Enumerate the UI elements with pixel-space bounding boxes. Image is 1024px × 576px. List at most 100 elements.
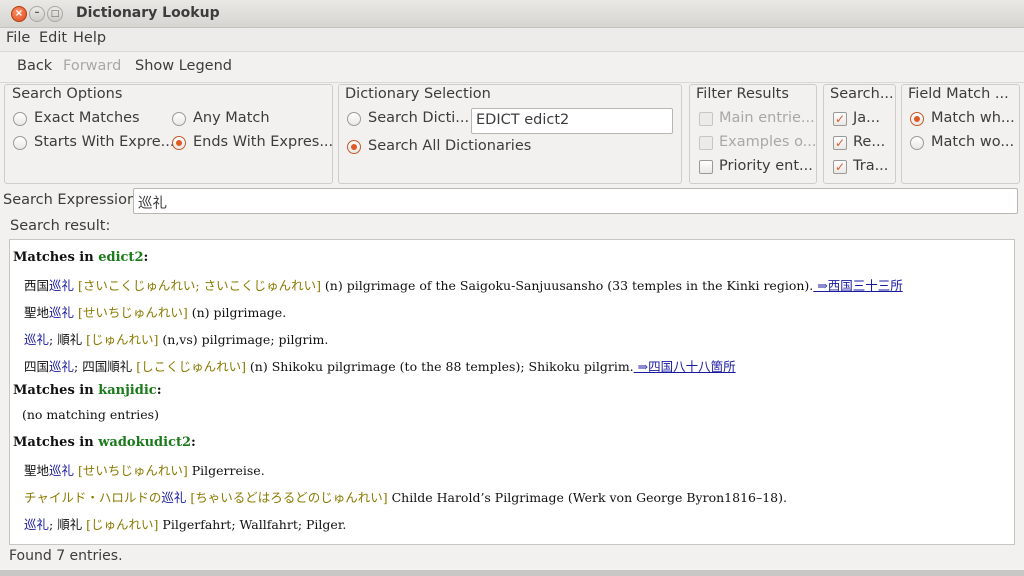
back-button[interactable]: Back [17, 58, 52, 74]
title-bar: × – □ Dictionary Lookup [0, 0, 1024, 28]
japanese-field-label[interactable]: Ja... [853, 110, 880, 126]
dictionary-select[interactable]: EDICT edict2 [471, 108, 673, 134]
result-entry: 四国巡礼; 四国順礼 [しこくじゅんれい] (n) Shikoku pilgri… [24, 356, 736, 375]
entry-prefix: 西国 [24, 278, 50, 293]
search-fields-title: Search... [830, 86, 894, 102]
result-entry: 巡礼; 順礼 [じゅんれい] Pilgerfahrt; Wallfahrt; P… [24, 514, 346, 533]
show-legend-button[interactable]: Show Legend [135, 58, 232, 74]
entry-reading: [しこくじゅんれい] [132, 359, 246, 374]
close-icon[interactable]: × [11, 6, 27, 22]
menu-file[interactable]: File [6, 30, 30, 46]
entry-prefix: 聖地 [24, 305, 50, 320]
entry-kanji: 巡礼 [24, 332, 50, 347]
entry-reading: [じゅんれい] [82, 517, 159, 532]
translation-field-checkbox[interactable]: ✓ [833, 160, 847, 174]
search-fields-group: Search... ✓ Ja... ✓ Re... ✓ Tra... [823, 84, 896, 184]
match-whole-label[interactable]: Match wh... [931, 110, 1015, 126]
entry-variant: ; 順礼 [49, 517, 83, 532]
search-options-group: Search Options Exact Matches Any Match S… [4, 84, 333, 184]
toolbar: Back Forward Show Legend [0, 53, 1024, 83]
heading-colon: : [143, 250, 149, 265]
window-bottom-edge [0, 570, 1024, 576]
match-word-radio[interactable] [910, 136, 924, 150]
kanjidic-dict-name: kanjidic [98, 383, 157, 398]
entry-reading: [せいちじゅんれい] [74, 463, 188, 478]
reading-field-label[interactable]: Re... [853, 134, 885, 150]
entry-kanji: 巡礼 [24, 517, 50, 532]
filter-results-title: Filter Results [696, 86, 789, 102]
entry-reading: [ちゃいるどはろるどのじゅんれい] [186, 490, 388, 505]
wadoku-dict-name: wadokudict2 [98, 435, 192, 450]
main-entries-label[interactable]: Main entrie... [719, 110, 815, 126]
search-result-panel: Matches in edict2: 西国巡礼 [さいこくじゅんれい; さいこく… [9, 239, 1015, 545]
dictionary-selection-title: Dictionary Selection [345, 86, 491, 102]
menu-bar: File Edit Help [0, 28, 1024, 52]
status-text: Found 7 entries. [9, 548, 123, 564]
minimize-icon[interactable]: – [29, 6, 45, 22]
menu-help[interactable]: Help [73, 30, 106, 46]
examples-checkbox[interactable] [699, 136, 713, 150]
cross-reference-link[interactable]: ⇒西国三十三所 [813, 278, 902, 293]
edict-heading: Matches in edict2: [13, 250, 148, 265]
edict-dict-name: edict2 [98, 250, 144, 265]
entry-gloss: (n,vs) pilgrimage; pilgrim. [158, 332, 329, 347]
result-entry: 聖地巡礼 [せいちじゅんれい] (n) pilgrimage. [24, 302, 286, 321]
field-match-group: Field Match ... Match wh... Match wo... [901, 84, 1020, 184]
translation-field-label[interactable]: Tra... [853, 158, 888, 174]
entry-gloss: (n) pilgrimage of the Saigoku-Sanjuusans… [320, 278, 814, 293]
exact-matches-label[interactable]: Exact Matches [34, 110, 140, 126]
result-entry: 巡礼; 順礼 [じゅんれい] (n,vs) pilgrimage; pilgri… [24, 329, 328, 348]
entry-kanji: 巡礼 [49, 359, 75, 374]
ends-with-label[interactable]: Ends With Expres... [193, 134, 333, 150]
entry-gloss: (n) Shikoku pilgrimage (to the 88 temple… [245, 359, 634, 374]
cross-reference-link[interactable]: ⇒四国八十八箇所 [634, 359, 736, 374]
window-title: Dictionary Lookup [76, 5, 220, 21]
japanese-field-checkbox[interactable]: ✓ [833, 112, 847, 126]
maximize-icon[interactable]: □ [47, 6, 63, 22]
entry-variant: ; 順礼 [49, 332, 83, 347]
heading-colon: : [156, 383, 162, 398]
search-single-dict-label[interactable]: Search Dicti... [368, 110, 469, 126]
entry-reading: [じゅんれい] [82, 332, 159, 347]
starts-with-radio[interactable] [13, 136, 27, 150]
search-options-title: Search Options [12, 86, 123, 102]
field-match-title: Field Match ... [908, 86, 1009, 102]
menu-edit[interactable]: Edit [39, 30, 67, 46]
entry-variant: ; 四国順礼 [74, 359, 133, 374]
reading-field-checkbox[interactable]: ✓ [833, 136, 847, 150]
result-entry: 聖地巡礼 [せいちじゅんれい] Pilgerreise. [24, 460, 265, 479]
search-result-label: Search result: [10, 218, 111, 234]
entry-reading: [さいこくじゅんれい; さいこくじゅんれい] [74, 278, 321, 293]
any-match-radio[interactable] [172, 112, 186, 126]
entry-kanji: 巡礼 [49, 305, 75, 320]
search-all-dicts-radio[interactable] [347, 140, 361, 154]
examples-label[interactable]: Examples o... [719, 134, 817, 150]
no-matches-text: (no matching entries) [22, 407, 159, 422]
entry-gloss: Pilgerreise. [187, 463, 265, 478]
forward-button[interactable]: Forward [63, 58, 121, 74]
kanjidic-heading: Matches in kanjidic: [13, 383, 162, 398]
match-whole-radio[interactable] [910, 112, 924, 126]
entry-prefix: 四国 [24, 359, 50, 374]
entry-gloss: Childe Harold’s Pilgrimage (Werk von Geo… [387, 490, 787, 505]
priority-entries-checkbox[interactable] [699, 160, 713, 174]
ends-with-radio[interactable] [172, 136, 186, 150]
entry-gloss: Pilgerfahrt; Wallfahrt; Pilger. [158, 517, 347, 532]
search-single-dict-radio[interactable] [347, 112, 361, 126]
match-word-label[interactable]: Match wo... [931, 134, 1014, 150]
matches-in-label: Matches in [13, 435, 99, 450]
matches-in-label: Matches in [13, 383, 99, 398]
entry-prefix: チャイルド・ハロルドの [24, 490, 162, 505]
entry-kanji: 巡礼 [161, 490, 187, 505]
result-entry: チャイルド・ハロルドの巡礼 [ちゃいるどはろるどのじゅんれい] Childe H… [24, 487, 787, 506]
search-all-dicts-label[interactable]: Search All Dictionaries [368, 138, 531, 154]
starts-with-label[interactable]: Starts With Expre... [34, 134, 174, 150]
heading-colon: : [191, 435, 196, 450]
filter-results-group: Filter Results Main entrie... Examples o… [689, 84, 817, 184]
any-match-label[interactable]: Any Match [193, 110, 270, 126]
main-entries-checkbox[interactable] [699, 112, 713, 126]
exact-matches-radio[interactable] [13, 112, 27, 126]
priority-entries-label[interactable]: Priority ent... [719, 158, 813, 174]
search-expression-input[interactable]: 巡礼 [133, 188, 1018, 214]
result-entry: 西国巡礼 [さいこくじゅんれい; さいこくじゅんれい] (n) pilgrima… [24, 275, 903, 294]
